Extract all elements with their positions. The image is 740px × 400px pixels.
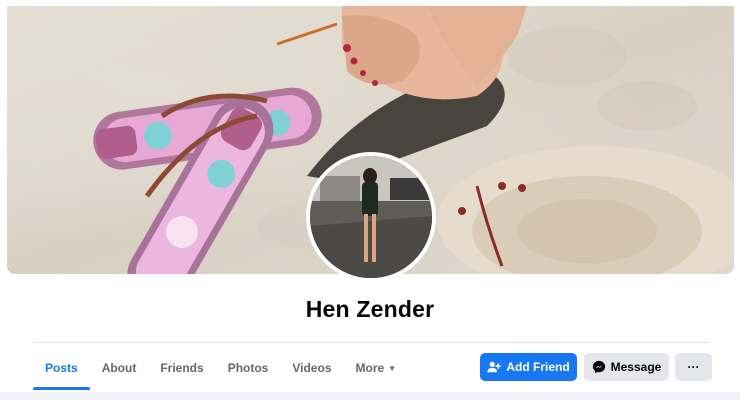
divider (33, 342, 710, 343)
tab-about[interactable]: About (90, 352, 149, 384)
add-person-icon (487, 361, 502, 373)
tab-videos-label: Videos (292, 361, 332, 375)
caret-down-icon: ▼ (388, 363, 397, 373)
tab-photos-label: Photos (227, 361, 269, 375)
tab-posts[interactable]: Posts (33, 352, 90, 390)
tab-photos[interactable]: Photos (216, 352, 281, 384)
add-friend-button[interactable]: Add Friend (480, 353, 577, 381)
more-options-icon: ··· (687, 360, 700, 374)
page-background-strip (0, 392, 740, 400)
tab-more[interactable]: More ▼ (344, 352, 409, 384)
add-friend-label: Add Friend (506, 360, 570, 374)
message-button[interactable]: Message (584, 353, 669, 381)
profile-name: Hen Zender (305, 296, 435, 322)
messenger-icon (592, 360, 605, 374)
tab-videos[interactable]: Videos (280, 352, 343, 384)
message-label: Message (610, 360, 662, 374)
tab-posts-label: Posts (45, 361, 78, 375)
tab-about-label: About (101, 361, 137, 375)
profile-picture[interactable] (306, 152, 436, 282)
tab-more-label: More (355, 361, 385, 375)
more-options-button[interactable]: ··· (675, 353, 712, 381)
profile-tabs: Posts About Friends Photos Videos More ▼ (33, 352, 408, 392)
tab-friends[interactable]: Friends (148, 352, 215, 384)
tab-friends-label: Friends (160, 361, 204, 375)
